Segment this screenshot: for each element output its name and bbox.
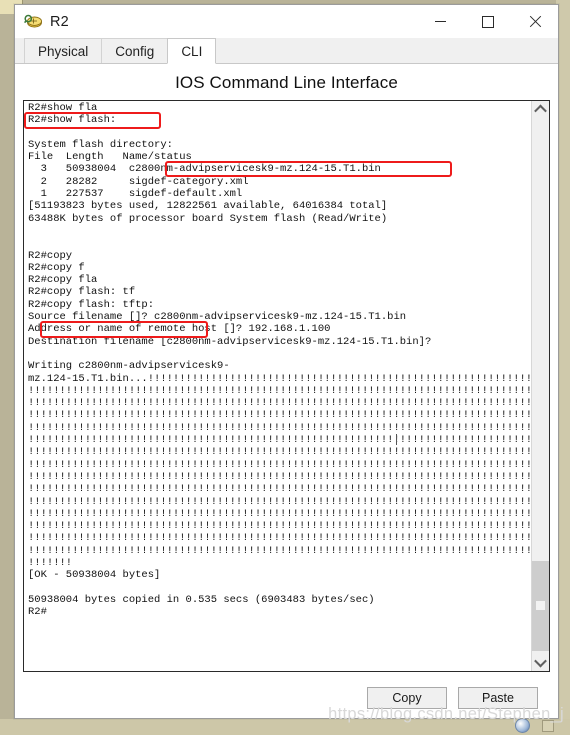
- close-icon: [529, 16, 541, 28]
- window-body: IOS Command Line Interface R2#show fla R…: [15, 64, 558, 718]
- window-titlebar: R2: [15, 5, 558, 38]
- chevron-up-icon: [534, 104, 547, 118]
- paste-button[interactable]: Paste: [458, 687, 538, 709]
- titlebar-left: R2: [15, 14, 69, 30]
- tab-cli[interactable]: CLI: [167, 38, 217, 64]
- minimize-icon: [435, 21, 446, 22]
- maximize-icon: [481, 15, 494, 28]
- chevron-down-icon: [534, 654, 547, 668]
- terminal-output[interactable]: R2#show fla R2#show flash: System flash …: [24, 101, 531, 671]
- window-title: R2: [50, 13, 69, 30]
- taskbar-app-icon[interactable]: [542, 720, 554, 732]
- terminal-panel: R2#show fla R2#show flash: System flash …: [23, 100, 550, 672]
- copy-button[interactable]: Copy: [367, 687, 447, 709]
- tab-bar: Physical Config CLI: [15, 38, 558, 64]
- maximize-button[interactable]: [464, 5, 511, 38]
- action-button-bar: Copy Paste: [23, 678, 550, 718]
- window-controls: [417, 5, 558, 38]
- taskbar-globe-icon[interactable]: [515, 718, 530, 733]
- scroll-up-button[interactable]: [532, 101, 549, 118]
- text-cursor: [396, 434, 397, 445]
- scroll-down-button[interactable]: [532, 654, 549, 671]
- close-button[interactable]: [511, 5, 558, 38]
- terminal-scrollbar[interactable]: [531, 101, 549, 671]
- terminal-text: R2#show fla R2#show flash: System flash …: [28, 102, 531, 619]
- tab-config[interactable]: Config: [101, 38, 169, 63]
- scrollbar-thumb[interactable]: [532, 561, 549, 651]
- scrollbar-grip: [536, 601, 545, 610]
- router-cli-window: R2 Physical Config CLI IOS Command Line …: [14, 4, 559, 719]
- desktop-taskbar-strip: [0, 718, 570, 735]
- tab-physical[interactable]: Physical: [24, 38, 103, 63]
- page-title: IOS Command Line Interface: [175, 73, 398, 92]
- minimize-button[interactable]: [417, 5, 464, 38]
- router-icon: [24, 14, 43, 29]
- desktop-background: R2 Physical Config CLI IOS Command Line …: [0, 0, 570, 735]
